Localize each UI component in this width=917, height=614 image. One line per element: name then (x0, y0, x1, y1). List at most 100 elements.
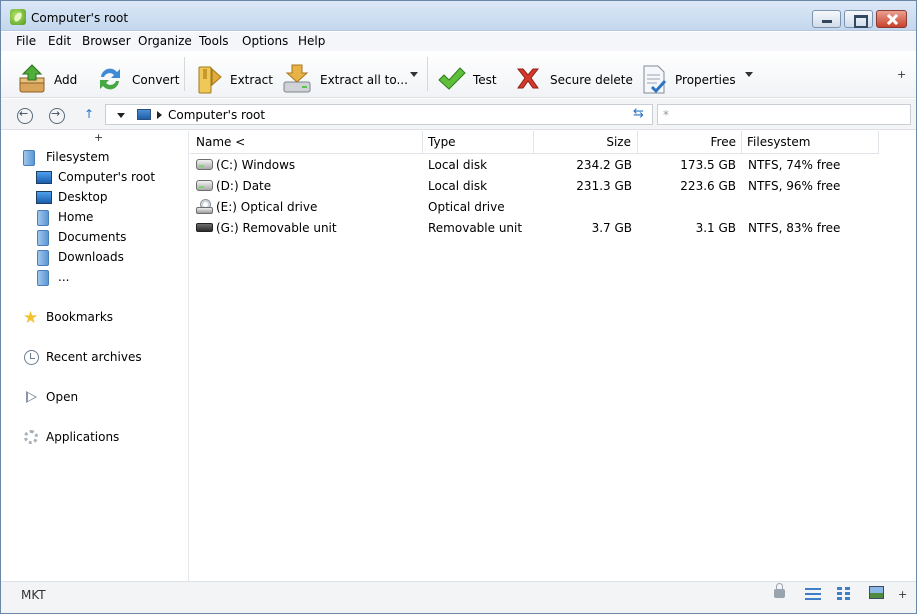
toolbar: Add Convert Extract Extract all to... Te… (1, 51, 916, 98)
breadcrumb-chevron-icon[interactable] (157, 111, 162, 119)
table-row[interactable]: (D:) Date Local disk 231.3 GB 223.6 GB N… (190, 176, 916, 197)
monitor-icon (36, 171, 52, 184)
forward-button[interactable]: → (49, 107, 65, 124)
sidebar-item-more[interactable]: ... (35, 269, 185, 287)
extract-all-dropdown-arrow-icon[interactable] (410, 72, 418, 77)
menu-help[interactable]: Help (298, 34, 325, 48)
up-level-button[interactable]: ↑ (84, 107, 94, 121)
statusbar-more-button[interactable]: + (898, 588, 907, 601)
cell-free: 3.1 GB (695, 221, 736, 235)
sidebar-item-desktop[interactable]: Desktop (35, 189, 185, 207)
column-header-name[interactable]: Name < (190, 131, 423, 154)
sidebar-item-home[interactable]: Home (35, 209, 185, 227)
menu-organize[interactable]: Organize (138, 34, 192, 48)
computer-icon (137, 109, 151, 120)
menu-browser[interactable]: Browser (82, 34, 131, 48)
folder-icon (37, 250, 49, 266)
extract-label: Extract (230, 73, 273, 87)
sidebar-item-downloads[interactable]: Downloads (35, 249, 185, 267)
sidebar-item-label: Recent archives (46, 350, 142, 364)
refresh-icon[interactable]: ⇆ (633, 106, 644, 121)
filter-input[interactable]: * (657, 104, 911, 125)
cell-free: 223.6 GB (680, 179, 736, 193)
add-button[interactable]: Add (15, 57, 81, 93)
test-label: Test (473, 73, 497, 87)
column-header-size[interactable]: Size (534, 131, 638, 154)
convert-icon (100, 68, 120, 90)
delete-x-icon (516, 68, 540, 89)
status-bar: MKT + (1, 581, 916, 613)
column-header-type[interactable]: Type (423, 131, 534, 154)
test-button[interactable]: Test (436, 57, 500, 93)
minimize-button[interactable] (812, 10, 841, 28)
path-field[interactable]: Computer's root ⇆ (105, 104, 653, 125)
history-dropdown-arrow-icon[interactable] (117, 113, 125, 118)
extract-all-button[interactable]: Extract all to... (281, 57, 421, 93)
convert-button[interactable]: Convert (95, 57, 179, 93)
properties-dropdown-arrow-icon[interactable] (745, 72, 753, 77)
lock-icon[interactable] (774, 583, 785, 598)
cell-filesystem: NTFS, 96% free (748, 179, 841, 193)
menu-tools[interactable]: Tools (199, 34, 229, 48)
table-row[interactable]: (C:) Windows Local disk 234.2 GB 173.5 G… (190, 155, 916, 176)
sidebar-item-filesystem[interactable]: Filesystem (23, 149, 183, 167)
hard-disk-icon (196, 159, 213, 170)
sidebar-item-label: Bookmarks (46, 310, 114, 324)
sidebar-item-label: Open (46, 390, 79, 404)
thumbnail-view-icon[interactable] (869, 586, 884, 599)
secure-delete-label: Secure delete (550, 73, 633, 87)
toolbar-separator (184, 57, 185, 91)
table-row[interactable]: (E:) Optical drive Optical drive (190, 197, 916, 218)
cell-filesystem: NTFS, 83% free (748, 221, 841, 235)
folder-icon (37, 270, 49, 286)
sidebar-item-recent-archives[interactable]: Recent archives (23, 349, 183, 367)
secure-delete-button[interactable]: Secure delete (513, 57, 633, 93)
title-bar[interactable]: Computer's root (1, 1, 916, 31)
open-play-icon (26, 391, 37, 403)
menu-file[interactable]: File (16, 34, 36, 48)
detail-view-icon[interactable] (837, 587, 851, 601)
properties-button[interactable]: Properties (639, 57, 761, 94)
cell-size: 231.3 GB (576, 179, 632, 193)
cell-type: Local disk (428, 158, 488, 172)
hard-disk-icon (196, 180, 213, 191)
toolbar-separator (427, 57, 428, 91)
toolbar-more-button[interactable]: + (897, 68, 906, 81)
cell-size: 234.2 GB (576, 158, 632, 172)
sidebar-item-open[interactable]: Open (23, 389, 183, 407)
cell-name: (G:) Removable unit (216, 221, 337, 235)
menu-edit[interactable]: Edit (48, 34, 71, 48)
list-view-icon[interactable] (805, 587, 821, 601)
close-button[interactable] (876, 10, 907, 28)
sidebar-item-label: Downloads (58, 250, 124, 264)
extract-all-label: Extract all to... (320, 73, 408, 87)
sidebar-item-label: ... (58, 270, 70, 284)
sidebar-expand-button[interactable]: + (94, 131, 103, 144)
star-icon: ★ (23, 308, 39, 328)
sidebar-item-bookmarks[interactable]: ★ Bookmarks (23, 308, 183, 328)
maximize-button[interactable] (844, 10, 873, 28)
folder-icon (23, 150, 35, 166)
cell-free: 173.5 GB (680, 158, 736, 172)
sidebar-item-label: Applications (46, 430, 120, 444)
menu-options[interactable]: Options (242, 34, 288, 48)
column-header-filesystem[interactable]: Filesystem (742, 131, 879, 154)
removable-drive-icon (196, 223, 213, 232)
sidebar-item-label: Desktop (58, 190, 108, 204)
cell-name: (C:) Windows (216, 158, 296, 172)
add-archive-icon (19, 64, 45, 93)
sidebar-item-label: Computer's root (58, 170, 156, 184)
extract-button[interactable]: Extract (194, 57, 273, 94)
sidebar-item-applications[interactable]: Applications (23, 429, 183, 447)
file-list: Name < Type Size Free Filesystem (C:) Wi… (190, 131, 916, 581)
status-text: MKT (21, 588, 46, 602)
back-button[interactable]: ← (17, 107, 33, 124)
optical-drive-icon (196, 199, 213, 214)
column-header-free[interactable]: Free (638, 131, 742, 154)
table-row[interactable]: (G:) Removable unit Removable unit 3.7 G… (190, 218, 916, 239)
sidebar-item-documents[interactable]: Documents (35, 229, 185, 247)
sidebar-item-computers-root[interactable]: Computer's root (35, 169, 185, 187)
gear-icon (24, 430, 38, 444)
cell-type: Local disk (428, 179, 488, 193)
properties-document-icon (643, 65, 667, 94)
